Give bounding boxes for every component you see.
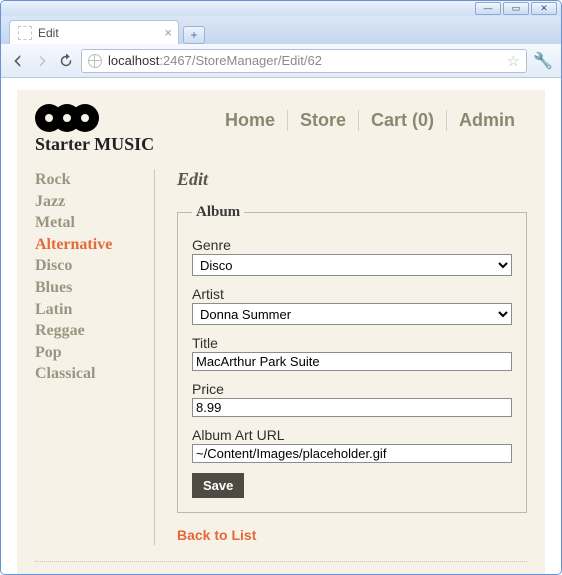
window-minimize-button[interactable]: — — [475, 2, 501, 15]
address-bar[interactable]: localhost:2467/StoreManager/Edit/62 ☆ — [81, 49, 527, 73]
site-header: Starter MUSIC Home Store Cart (0) Admin — [35, 104, 527, 155]
browser-toolbar: localhost:2467/StoreManager/Edit/62 ☆ 🔧 — [1, 44, 561, 78]
wrench-icon[interactable]: 🔧 — [533, 51, 553, 71]
page-title: Edit — [177, 169, 527, 190]
sidebar-genre-disco[interactable]: Disco — [35, 255, 146, 277]
vinyl-records-icon — [35, 104, 154, 132]
sidebar-genre-rock[interactable]: Rock — [35, 169, 146, 191]
price-input[interactable] — [192, 398, 512, 417]
nav-cart[interactable]: Cart (0) — [359, 110, 447, 131]
back-icon[interactable] — [9, 52, 27, 70]
site-logo[interactable]: Starter MUSIC — [35, 104, 154, 155]
sidebar-genre-reggae[interactable]: Reggae — [35, 320, 146, 342]
footer-divider — [35, 561, 527, 562]
brand-title: Starter MUSIC — [35, 134, 154, 155]
url-path: :2467/StoreManager/Edit/62 — [159, 53, 322, 68]
genre-label: Genre — [192, 237, 512, 253]
title-label: Title — [192, 335, 512, 351]
content-body: Rock Jazz Metal Alternative Disco Blues … — [35, 169, 527, 545]
sidebar-genre-metal[interactable]: Metal — [35, 212, 146, 234]
favicon-icon — [18, 26, 32, 40]
bookmark-star-icon[interactable]: ☆ — [507, 52, 520, 70]
art-url-input[interactable] — [192, 444, 512, 463]
back-to-list-link[interactable]: Back to List — [177, 527, 256, 543]
artist-select[interactable]: Donna Summer — [192, 303, 512, 325]
field-title: Title — [192, 335, 512, 371]
tab-close-icon[interactable]: × — [164, 25, 172, 40]
window-titlebar: — ▭ ✕ — [1, 1, 561, 16]
sidebar-genre-latin[interactable]: Latin — [35, 299, 146, 321]
browser-tab[interactable]: Edit × — [9, 20, 179, 44]
top-nav: Home Store Cart (0) Admin — [213, 110, 527, 131]
sidebar-genre-blues[interactable]: Blues — [35, 277, 146, 299]
browser-window: — ▭ ✕ Edit × + localhost:2467/StoreManag… — [0, 0, 562, 575]
nav-store[interactable]: Store — [288, 110, 359, 131]
main-panel: Edit Album Genre Disco Artist — [155, 169, 527, 545]
genre-sidebar: Rock Jazz Metal Alternative Disco Blues … — [35, 169, 155, 545]
field-genre: Genre Disco — [192, 237, 512, 276]
url-host: localhost — [108, 53, 159, 68]
globe-icon — [88, 54, 102, 68]
sidebar-genre-pop[interactable]: Pop — [35, 342, 146, 364]
page-viewport: Starter MUSIC Home Store Cart (0) Admin … — [1, 78, 561, 574]
title-input[interactable] — [192, 352, 512, 371]
nav-admin[interactable]: Admin — [447, 110, 527, 131]
tab-strip: Edit × + — [1, 16, 561, 44]
reload-icon[interactable] — [57, 52, 75, 70]
forward-icon — [33, 52, 51, 70]
tab-title: Edit — [38, 26, 59, 40]
save-button[interactable]: Save — [192, 473, 244, 498]
price-label: Price — [192, 381, 512, 397]
new-tab-button[interactable]: + — [183, 26, 205, 44]
sidebar-genre-alternative[interactable]: Alternative — [35, 234, 146, 256]
album-fieldset: Album Genre Disco Artist Donna Summer — [177, 204, 527, 513]
sidebar-genre-jazz[interactable]: Jazz — [35, 191, 146, 213]
genre-select[interactable]: Disco — [192, 254, 512, 276]
artist-label: Artist — [192, 286, 512, 302]
art-url-label: Album Art URL — [192, 427, 512, 443]
field-art-url: Album Art URL — [192, 427, 512, 463]
fieldset-legend: Album — [192, 204, 244, 221]
sidebar-genre-classical[interactable]: Classical — [35, 363, 146, 385]
page-content: Starter MUSIC Home Store Cart (0) Admin … — [17, 90, 545, 574]
window-close-button[interactable]: ✕ — [531, 2, 557, 15]
field-price: Price — [192, 381, 512, 417]
field-artist: Artist Donna Summer — [192, 286, 512, 325]
window-maximize-button[interactable]: ▭ — [503, 2, 529, 15]
nav-home[interactable]: Home — [213, 110, 288, 131]
